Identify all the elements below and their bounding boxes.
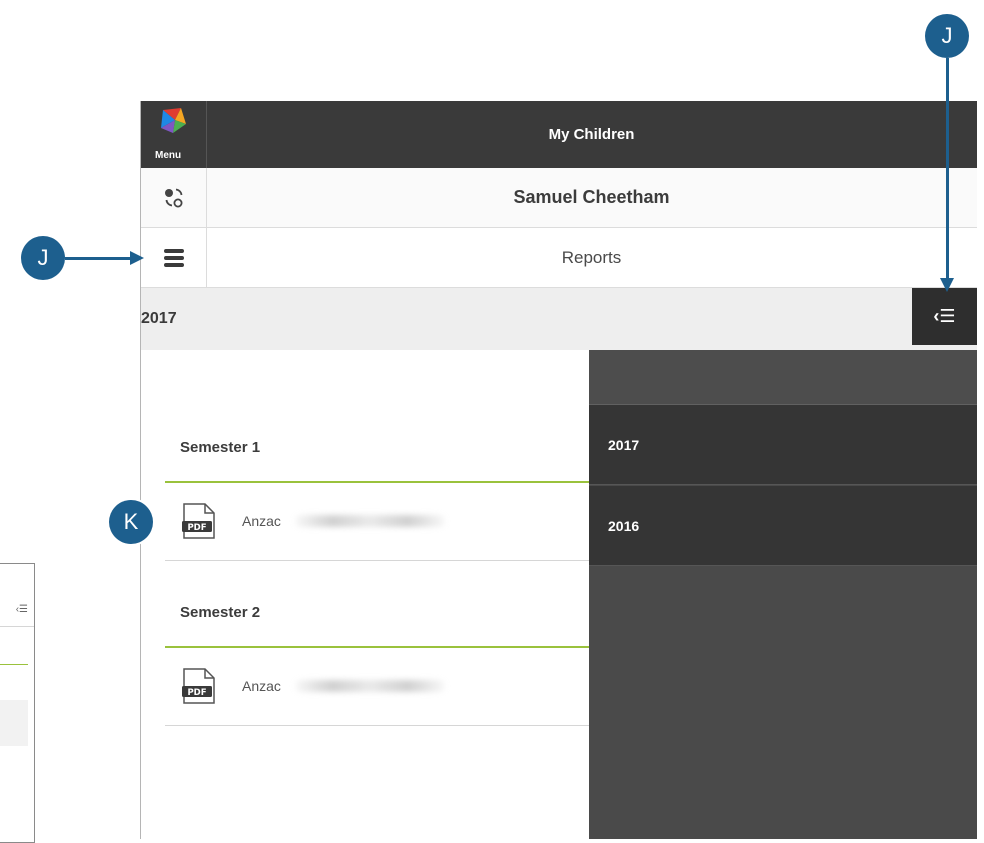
report-name: Anzac (242, 678, 281, 694)
redacted-text (295, 515, 445, 527)
arrowhead-icon (130, 251, 144, 265)
callout-badge: J (21, 236, 65, 280)
callout-badge: K (109, 500, 153, 544)
hamburger-icon (163, 246, 184, 270)
report-name: Anzac (242, 513, 281, 529)
switch-student-icon (164, 188, 182, 207)
callout-arrow (946, 58, 949, 282)
callout-arrow (65, 257, 137, 260)
divider (165, 560, 605, 561)
year-option[interactable]: 2016 (589, 486, 977, 566)
callout-badge: J (925, 14, 969, 58)
arrowhead-icon (940, 278, 954, 292)
year-option[interactable]: 2017 (589, 405, 977, 485)
menu-label: Menu (155, 150, 182, 161)
nav-menu-button[interactable] (141, 228, 207, 287)
app-logo-icon (161, 108, 186, 133)
semester-heading: Semester 2 (180, 604, 261, 621)
page-title: My Children (548, 126, 635, 143)
pdf-file-icon: PDF (182, 503, 215, 539)
list-item (0, 700, 28, 746)
top-bar: Menu My Children (141, 101, 977, 168)
year-filter-toggle-button[interactable]: ‹☰ (912, 288, 977, 345)
divider (0, 664, 28, 665)
student-row[interactable]: Samuel Cheetham (141, 168, 977, 228)
redacted-text (295, 680, 445, 692)
section-title: Reports (561, 247, 622, 267)
pdf-label: PDF (187, 523, 206, 533)
divider (165, 725, 605, 726)
switch-student-button[interactable] (141, 168, 207, 227)
report-item[interactable]: PDF Anzac (165, 482, 605, 560)
semester-heading: Semester 1 (180, 439, 261, 456)
menu-button[interactable]: Menu (141, 101, 207, 168)
selected-year: 2017 (141, 310, 177, 327)
divider (0, 626, 34, 627)
pdf-label: PDF (187, 688, 206, 698)
year-selection-panel: 2017 2016 (589, 350, 977, 839)
panel-header (589, 350, 977, 405)
filter-panel-icon: ‹☰ (933, 306, 956, 326)
section-row: Reports (141, 228, 977, 288)
year-filter-bar: 2017 ‹☰ (141, 288, 977, 350)
background-screen-fragment: ‹☰ (0, 563, 35, 843)
pdf-file-icon: PDF (182, 668, 215, 704)
app-frame: Menu My Children Samuel Cheetham Reports… (140, 101, 977, 839)
report-item[interactable]: PDF Anzac (165, 647, 605, 725)
student-name: Samuel Cheetham (513, 187, 670, 207)
filter-panel-icon: ‹☰ (15, 604, 28, 615)
